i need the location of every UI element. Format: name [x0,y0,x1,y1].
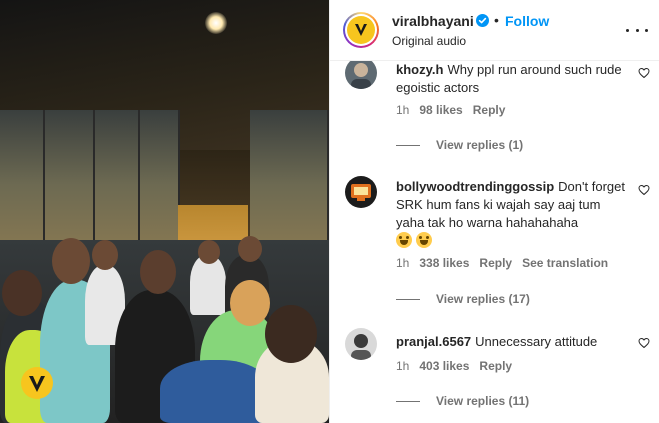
follow-button[interactable]: Follow [505,13,549,29]
person-head [230,280,270,326]
post-username[interactable]: viralbhayani [392,13,474,29]
view-replies-button[interactable]: View replies (17) [396,292,530,306]
comment-time[interactable]: 1h [396,103,409,117]
comment-meta: 1h 338 likes Reply See translation [396,256,618,270]
verified-badge-icon [476,14,489,27]
post-header: viralbhayani • Follow Original audio [330,0,659,61]
person-head [92,240,118,270]
audio-label[interactable]: Original audio [392,34,466,48]
reply-button[interactable]: Reply [479,359,512,373]
comment-likes[interactable]: 98 likes [419,103,462,117]
glass-panel [140,110,180,260]
reply-button[interactable]: Reply [473,103,506,117]
glass-panel [0,110,45,260]
comment-username[interactable]: khozy.h [396,62,443,77]
comment-time[interactable]: 1h [396,359,409,373]
viral-bhayani-logo-icon [355,24,367,36]
person [190,255,226,315]
profile-avatar[interactable] [343,12,379,48]
comment-text: khozy.h Why ppl run around such rude egoi… [396,61,628,97]
comment-text: bollywoodtrendinggossip Don't forget SRK … [396,178,628,250]
reply-button[interactable]: Reply [479,256,512,270]
view-replies-button[interactable]: View replies (1) [396,138,523,152]
comment-meta: 1h 403 likes Reply [396,359,522,373]
commenter-avatar[interactable] [345,176,377,208]
post-video[interactable] [0,0,329,423]
comment-text: pranjal.6567 Unnecessary attitude [396,333,628,351]
more-options-icon[interactable] [626,20,648,40]
comment-likes[interactable]: 338 likes [419,256,469,270]
commenter-avatar[interactable] [345,61,377,89]
see-translation-button[interactable]: See translation [522,256,608,270]
comment-likes[interactable]: 403 likes [419,359,469,373]
glass-panel [250,110,329,260]
person-blue-shirt [160,360,270,423]
comment-username[interactable]: pranjal.6567 [396,334,471,349]
comment-body: Unnecessary attitude [475,334,598,349]
person-head [265,305,317,363]
comment-username[interactable]: bollywoodtrendinggossip [396,179,554,194]
heart-icon[interactable] [638,337,650,349]
view-replies-button[interactable]: View replies (11) [396,394,529,408]
ceiling-light [205,12,227,34]
person-head [140,250,176,294]
person-head [238,236,262,262]
heart-icon[interactable] [638,184,650,196]
smiley-emoji-icon [396,232,412,248]
post-sidebar: viralbhayani • Follow Original audio kho… [329,0,659,423]
commenter-avatar[interactable] [345,328,377,360]
comment-time[interactable]: 1h [396,256,409,270]
person-head [198,240,220,264]
viral-bhayani-watermark-icon [21,367,53,399]
person-head [2,270,42,316]
comment-meta: 1h 98 likes Reply [396,103,515,117]
person-head [52,238,90,284]
heart-icon[interactable] [638,67,650,79]
smiley-emoji-icon [416,232,432,248]
comments-list[interactable]: khozy.h Why ppl run around such rude egoi… [330,61,659,423]
glass-panel [95,110,140,260]
separator-dot: • [494,12,499,28]
